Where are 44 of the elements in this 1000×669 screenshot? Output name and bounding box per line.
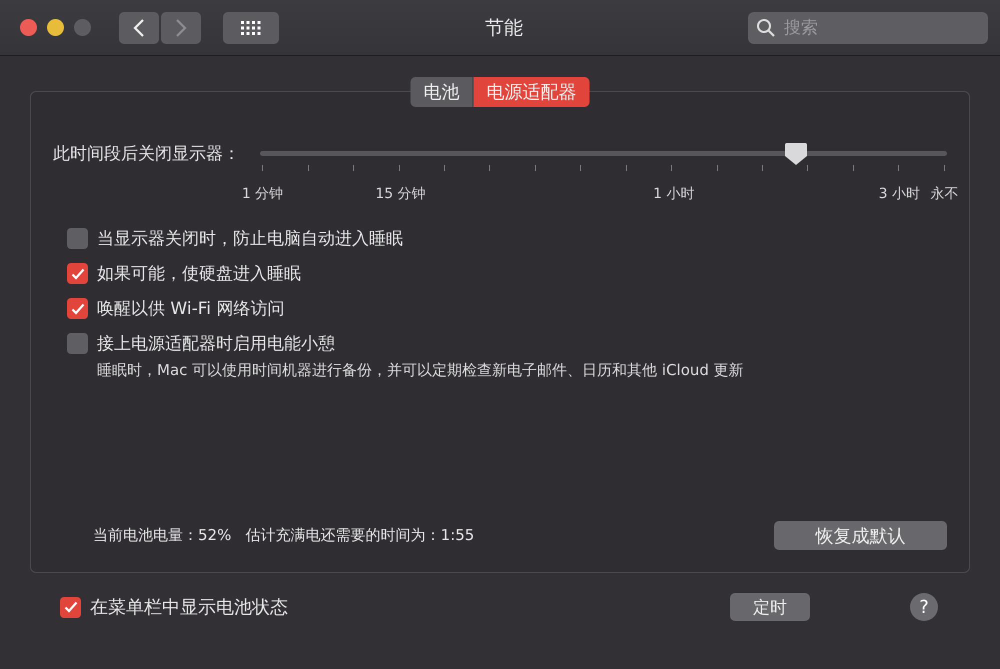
slider-label: 此时间段后关闭显示器： (53, 143, 240, 165)
checkbox[interactable] (67, 263, 88, 284)
checkbox[interactable] (60, 596, 81, 618)
forward-button[interactable] (161, 12, 201, 44)
battery-status: 当前电池电量：52% 估计充满电还需要的时间为：1:55 (93, 526, 474, 545)
option-label: 当显示器关闭时，防止电脑自动进入睡眠 (97, 228, 403, 250)
tab[interactable]: 电池 (410, 77, 472, 107)
window-title: 节能 (485, 16, 523, 40)
restore-defaults-button[interactable]: 恢复成默认 (774, 521, 947, 550)
minimize-button[interactable] (47, 19, 64, 36)
grid-icon (241, 20, 261, 34)
search-input[interactable]: 搜索 (782, 16, 972, 38)
scale-label: 1 小时 (653, 185, 694, 203)
scale-label: 1 分钟 (242, 185, 284, 203)
schedule-button[interactable]: 定时 (730, 593, 810, 621)
close-button[interactable] (20, 19, 37, 36)
scale-label: 3 小时 (878, 185, 920, 203)
checkmark-icon (70, 302, 84, 314)
show-all-button[interactable] (223, 12, 279, 44)
search-field[interactable]: 搜索 (748, 12, 988, 44)
scale-label: 15 分钟 (375, 185, 426, 203)
search-icon (756, 18, 776, 38)
checkbox-option[interactable]: 当显示器关闭时，防止电脑自动进入睡眠 (67, 227, 947, 250)
option-label: 在菜单栏中显示电池状态 (90, 596, 288, 619)
tab[interactable]: 电源适配器 (472, 77, 590, 107)
checkbox-option[interactable]: 如果可能，使硬盘进入睡眠 (67, 262, 947, 285)
slider-thumb[interactable] (784, 142, 808, 166)
option-label: 如果可能，使硬盘进入睡眠 (97, 263, 301, 285)
checkbox[interactable] (67, 298, 88, 319)
option-label: 唤醒以供 Wi-Fi 网络访问 (97, 298, 284, 320)
checkbox[interactable] (67, 228, 88, 249)
back-button[interactable] (119, 12, 159, 44)
checkbox[interactable] (67, 333, 88, 354)
option-label: 接上电源适配器时启用电能小憩 (97, 333, 335, 355)
checkbox-option[interactable]: 接上电源适配器时启用电能小憩 (67, 332, 947, 355)
checkmark-icon (70, 268, 84, 280)
checkmark-icon (64, 601, 78, 613)
checkbox-option[interactable]: 唤醒以供 Wi-Fi 网络访问 (67, 297, 947, 320)
checkbox-option[interactable]: 在菜单栏中显示电池状态 (60, 595, 288, 619)
option-note: 睡眠时，Mac 可以使用时间机器进行备份，并可以定期检查新电子邮件、日历和其他 iCloud 更新 (97, 361, 745, 380)
chevron-left-icon (133, 18, 145, 38)
scale-label: 永不 (930, 185, 958, 203)
help-button[interactable]: ? (910, 593, 938, 621)
chevron-right-icon (175, 18, 187, 38)
